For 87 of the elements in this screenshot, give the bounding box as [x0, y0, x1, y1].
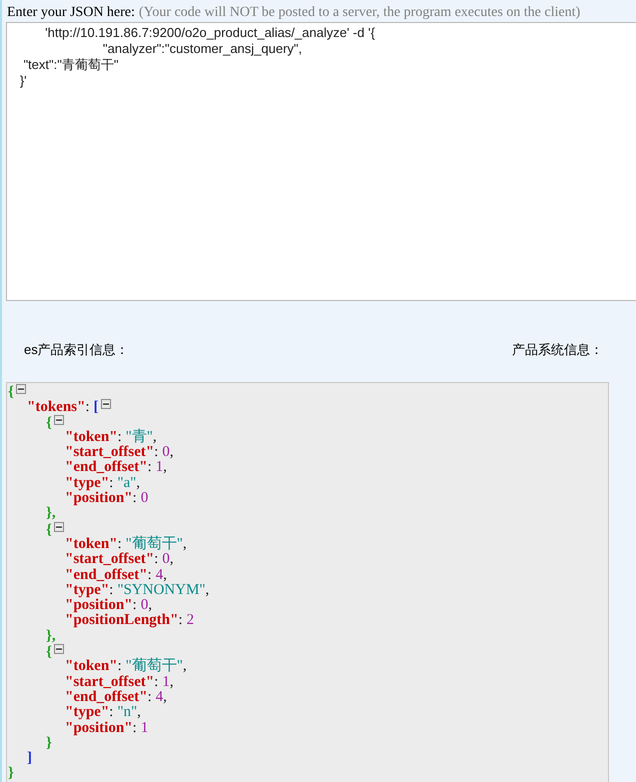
json-value: 4 [156, 566, 164, 583]
json-key: "start_offset" [65, 674, 154, 690]
collapse-icon[interactable] [54, 414, 64, 425]
comma: , [137, 704, 141, 720]
json-value: "SYNONYM" [117, 582, 206, 598]
json-value: 4 [156, 688, 164, 705]
json-value: 0 [140, 597, 148, 614]
code-line: 'http://10.191.86.7:9200/o2o_product_alias/_analyze' -d '{ [44, 25, 375, 41]
json-value: "n" [117, 704, 138, 720]
code-line: "text":"青葡萄干" [22, 57, 118, 73]
json-value: "葡萄干" [126, 536, 183, 552]
brace: { [46, 414, 52, 431]
colon: : [109, 474, 114, 491]
json-key: "tokens" [27, 399, 86, 416]
comma: , [182, 658, 187, 674]
colon: : [109, 704, 114, 720]
json-value: 1 [140, 720, 148, 736]
brace: } [46, 734, 52, 751]
json-value: 0 [162, 551, 170, 568]
colon: : [154, 674, 158, 690]
colon: : [132, 720, 137, 736]
section-label: es产品索引信息： [24, 342, 129, 358]
section-label: 产品系统信息： [512, 342, 603, 358]
collapse-icon[interactable] [100, 399, 111, 410]
collapse-icon[interactable] [16, 384, 26, 394]
field-label: Enter your JSON here: [7, 5, 135, 21]
json-key: "start_offset" [65, 551, 154, 568]
brace: } [8, 765, 14, 782]
colon: : [118, 428, 122, 445]
comma: , [148, 597, 152, 614]
code-line: "analyzer":"customer_ansj_query", [102, 41, 302, 57]
comma: , [182, 536, 187, 552]
colon: : [132, 490, 137, 506]
colon: : [147, 566, 152, 583]
brace: }, [46, 505, 56, 522]
bracket: [ [94, 399, 99, 416]
json-value: 0 [162, 444, 170, 460]
colon: : [178, 612, 183, 628]
collapse-icon[interactable] [54, 644, 64, 654]
json-value: 2 [186, 612, 194, 628]
json-value: 1 [156, 459, 164, 476]
colon: : [118, 658, 122, 674]
comma: , [163, 459, 167, 476]
json-key: "type" [65, 704, 110, 720]
comma: , [152, 428, 157, 445]
colon: : [154, 444, 158, 460]
colon: : [85, 399, 90, 416]
json-key: "position" [65, 490, 133, 506]
json-key: "token" [65, 428, 118, 445]
comma: , [170, 674, 174, 690]
colon: : [132, 597, 137, 614]
colon: : [154, 551, 158, 568]
comma: , [163, 566, 167, 583]
colon: : [109, 582, 114, 598]
json-value: "a" [117, 474, 136, 491]
comma: , [170, 444, 174, 460]
brace: { [8, 384, 14, 400]
brace: { [46, 522, 52, 538]
json-key: "end_offset" [65, 688, 148, 705]
comma: , [136, 474, 140, 491]
json-value: 1 [162, 674, 170, 690]
json-key: "positionLength" [65, 612, 178, 628]
hint-text: (Your code will NOT be posted to a server, the program executes on the client) [138, 5, 580, 21]
json-value: "葡萄干" [126, 658, 183, 674]
json-key: "end_offset" [65, 459, 148, 476]
brace: { [46, 644, 52, 660]
json-value: 0 [140, 490, 148, 506]
json-key: "start_offset" [65, 444, 154, 460]
json-value: "青" [126, 428, 153, 445]
colon: : [147, 688, 152, 705]
json-key: "type" [65, 582, 110, 598]
colon: : [147, 459, 152, 476]
json-key: "position" [65, 597, 133, 614]
brace: }, [46, 628, 56, 644]
bracket: ] [27, 750, 32, 766]
json-key: "token" [65, 658, 118, 674]
comma: , [205, 582, 210, 598]
json-key: "type" [65, 474, 110, 491]
code-line: }' [18, 73, 27, 89]
json-input-field[interactable]: 'http://10.191.86.7:9200/o2o_product_alias/_analyze' -d '{ "analyzer":"customer_ansj_query", "text":"青葡萄干" }' [6, 22, 636, 301]
json-key: "end_offset" [65, 566, 148, 583]
json-key: "token" [65, 536, 118, 552]
json-key: "position" [65, 720, 133, 736]
comma: , [170, 551, 174, 568]
collapse-icon[interactable] [54, 522, 64, 532]
colon: : [118, 536, 122, 552]
comma: , [163, 688, 167, 705]
